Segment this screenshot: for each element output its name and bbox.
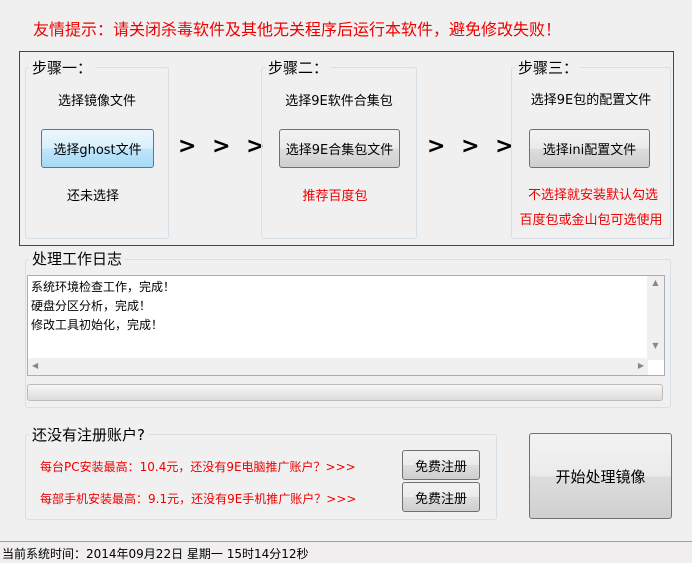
scroll-up-icon[interactable]: ▲ xyxy=(647,278,664,287)
log-line: 硬盘分区分析，完成！ xyxy=(31,299,152,313)
scroll-down-icon[interactable]: ▼ xyxy=(647,341,664,350)
step3-note2: 百度包或金山包可选使用 xyxy=(519,213,663,228)
step2-desc: 选择9E软件合集包 xyxy=(285,94,393,109)
system-time: 当前系统时间：2014年09月22日 星期一 15时14分12秒 xyxy=(2,547,309,561)
step1-desc: 选择镜像文件 xyxy=(57,94,136,109)
progress-bar xyxy=(27,384,663,401)
warning-text: 友情提示：请关闭杀毒软件及其他无关程序后运行本软件，避免修改失败！ xyxy=(33,20,562,39)
pc-promo-text: 每台PC安装最高：10.4元，还没有9E电脑推广账户？>>> xyxy=(40,460,356,474)
step1-status: 还未选择 xyxy=(66,189,119,204)
step2-note: 推荐百度包 xyxy=(302,189,368,204)
start-process-button[interactable]: 开始处理镜像 xyxy=(529,433,672,519)
scroll-left-icon[interactable]: ◀ xyxy=(32,361,38,370)
vertical-scrollbar[interactable]: ▲ ▼ xyxy=(647,276,664,360)
log-line: 系统环境检查工作，完成！ xyxy=(31,280,176,294)
log-textarea[interactable]: 系统环境检查工作，完成！ 硬盘分区分析，完成！ 修改工具初始化，完成！ ▲ ▼ … xyxy=(27,275,665,376)
log-line: 修改工具初始化，完成！ xyxy=(31,318,164,332)
select-9e-pack-button[interactable]: 选择9E合集包文件 xyxy=(279,129,400,168)
mobile-promo-text: 每部手机安装最高：9.1元，还没有9E手机推广账户？>>> xyxy=(40,492,357,506)
register-pc-button[interactable]: 免费注册 xyxy=(402,450,480,480)
step2-legend: 步骤二： xyxy=(265,59,332,77)
register-mobile-button[interactable]: 免费注册 xyxy=(402,482,480,512)
select-ini-button[interactable]: 选择ini配置文件 xyxy=(529,129,650,168)
log-legend: 处理工作日志 xyxy=(29,250,126,268)
register-legend: 还没有注册账户? xyxy=(29,426,148,444)
step1-legend: 步骤一： xyxy=(29,59,96,77)
step3-note: 不选择就安装默认勾选 xyxy=(527,188,658,203)
status-bar: 当前系统时间：2014年09月22日 星期一 15时14分12秒 xyxy=(0,541,692,563)
select-ghost-button[interactable]: 选择ghost文件 xyxy=(41,129,154,168)
scroll-right-icon[interactable]: ▶ xyxy=(638,361,644,370)
horizontal-scrollbar[interactable]: ◀ ▶ xyxy=(28,358,648,375)
step3-legend: 步骤三： xyxy=(515,59,582,77)
step3-desc: 选择9E包的配置文件 xyxy=(530,93,652,108)
